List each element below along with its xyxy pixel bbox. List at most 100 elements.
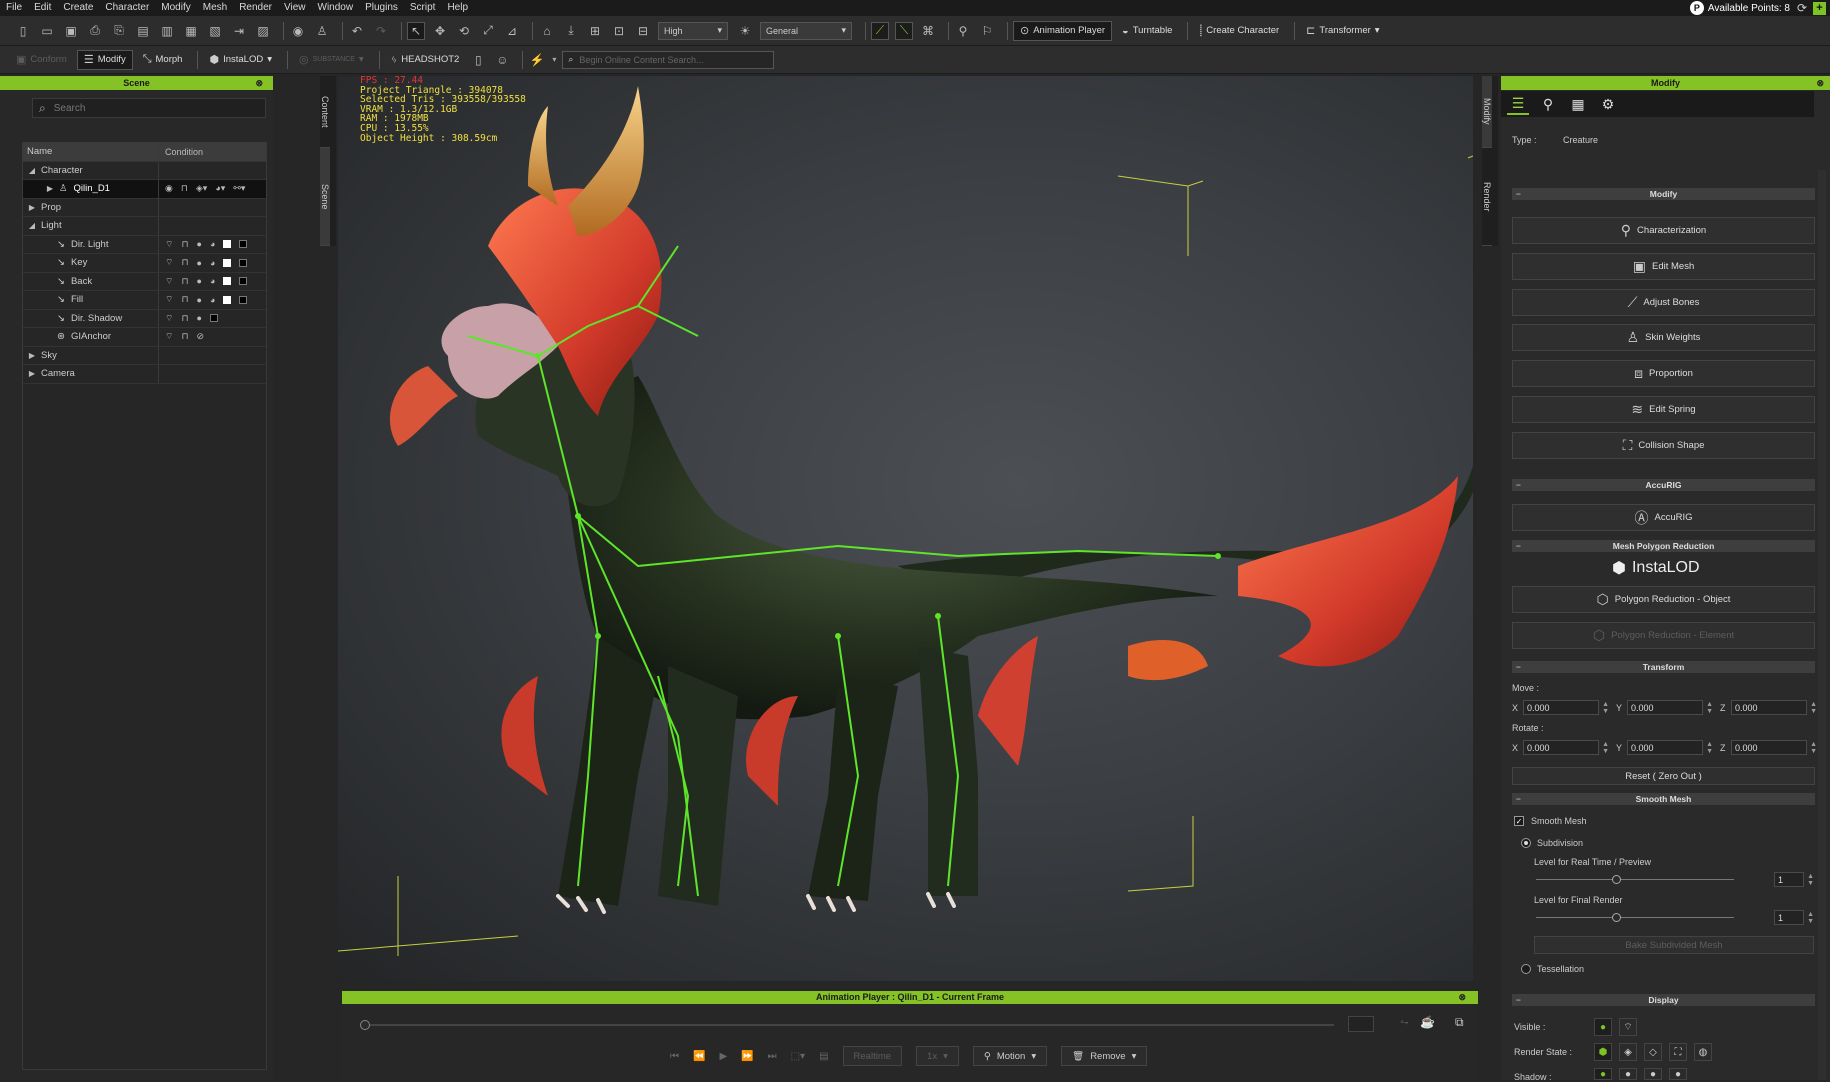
eye-icon[interactable]: ⌔ [165,257,173,268]
person-icon[interactable]: ♙ [313,22,331,40]
rotate-y-field[interactable]: 0.000 ▲ ▼ [1627,740,1713,755]
tab-scene[interactable]: Scene [320,148,330,246]
pivot-icon[interactable]: ⊿ [503,22,521,40]
slider-knob[interactable] [1612,875,1621,884]
dot-icon[interactable]: ● [197,295,202,305]
attribute-tab-icon[interactable]: ☰ [1507,93,1529,115]
tessellation-radio[interactable] [1521,964,1531,974]
render-shaded-icon[interactable]: ⬢ [1594,1043,1612,1061]
speed-dropdown[interactable]: 1x ▾ [916,1046,959,1066]
frame-input[interactable] [1348,1016,1374,1032]
color-swatch[interactable] [239,240,248,249]
edit-spring-button[interactable]: ≋ Edit Spring [1512,396,1815,423]
network-icon[interactable]: ⌘ [919,22,937,40]
subdivision-radio[interactable] [1521,838,1531,848]
shadow-on-icon[interactable]: ● [1594,1068,1612,1080]
expand-icon[interactable]: ▶ [27,203,37,212]
go-end-icon[interactable]: ⏭ [768,1051,777,1062]
shadow-off-icon[interactable]: ● [1669,1068,1687,1080]
visible-hide-icon[interactable]: ⌔ [1619,1018,1637,1036]
select-icon[interactable]: ↖ [407,21,425,40]
render-xray-icon[interactable]: ◍ [1694,1043,1712,1061]
face-icon[interactable]: ☺ [493,51,511,69]
accurig-button[interactable]: Ⓐ AccuRIG [1512,504,1815,531]
sphere-icon[interactable]: ◕ [210,295,215,305]
level-final-slider[interactable] [1536,913,1734,922]
cube-icon[interactable]: ◈▾ [196,183,207,194]
shade-icon[interactable]: ◕▾ [215,183,225,194]
expand-icon[interactable]: ▶ [27,351,37,360]
menu-character[interactable]: Character [99,0,155,16]
move-y-field[interactable]: 0.000 ▲ ▼ [1627,700,1713,715]
eye-icon[interactable]: ⌔ [165,331,173,342]
save-icon[interactable]: ▣ [62,22,80,40]
menu-window[interactable]: Window [312,0,360,16]
section-modify-header[interactable]: − Modify [1512,188,1815,200]
display-mode-dropdown[interactable]: General ▾ [760,21,852,40]
timeline-slider[interactable] [360,1020,1334,1030]
tree-row-light[interactable]: ◢ Light [23,217,266,236]
level-realtime-field[interactable]: 1 ▲ ▼ [1774,872,1814,887]
menu-create[interactable]: Create [57,0,99,16]
tree-row-back[interactable]: ↘ Back ⌔ ⊓ ● ◕ [23,272,266,291]
color-swatch[interactable] [239,277,248,286]
film-icon[interactable]: ▤ [819,1051,828,1062]
spinner-icon[interactable]: ▲ ▼ [1602,741,1609,755]
home-icon[interactable]: ⌂ [538,22,556,40]
dot-icon[interactable]: ● [197,239,202,249]
tree-row-character[interactable]: ◢ Character [23,161,266,180]
sphere-icon[interactable]: ◕ [210,239,215,249]
popout-icon[interactable]: ⧉ [1455,1015,1464,1030]
go-start-icon[interactable]: ⏮ [670,1051,679,1062]
section-reduction-header[interactable]: − Mesh Polygon Reduction [1512,540,1815,552]
skin-weights-button[interactable]: ♙ Skin Weights [1512,324,1815,351]
tree-row-dir-light[interactable]: ↘ Dir. Light ⌔ ⊓ ● ◕ [23,235,266,254]
color-swatch[interactable] [239,258,248,267]
characterization-button[interactable]: ⚲ Characterization [1512,217,1815,244]
reset-zero-out-button[interactable]: Reset ( Zero Out ) [1512,767,1815,785]
spinner-icon[interactable]: ▲ ▼ [1810,741,1817,755]
instalod-button[interactable]: ⬢ InstaLOD ▾ [203,50,278,70]
eye-icon[interactable]: ⌔ [165,313,173,324]
spinner-icon[interactable]: ▲ ▼ [1706,741,1713,755]
frame-icon[interactable]: ⊡ [610,22,628,40]
smooth-mesh-checkbox[interactable]: ✓ [1514,816,1524,826]
lock-icon[interactable]: ⊓ [181,183,188,194]
color-swatch[interactable] [209,314,218,323]
menu-mesh[interactable]: Mesh [197,0,233,16]
refresh-icon[interactable]: ⟳ [1797,1,1807,15]
eye-icon[interactable]: ⌔ [165,276,173,287]
material-tab-icon[interactable]: ▦ [1567,93,1589,115]
menu-help[interactable]: Help [441,0,474,16]
light-icon[interactable]: ☀ [736,22,754,40]
tab-content[interactable]: Content [320,76,330,148]
drop-icon[interactable]: ⤓ [562,22,580,40]
close-icon[interactable]: ⊗ [255,76,263,90]
menu-edit[interactable]: Edit [28,0,57,16]
color-swatch[interactable] [223,277,232,286]
modify-scrollbar[interactable] [1818,170,1826,1080]
lock-icon[interactable]: ⊓ [181,313,188,324]
render-bbox-icon[interactable]: ⛶ [1669,1043,1687,1061]
close-icon[interactable]: ⊗ [1816,76,1824,90]
skeleton-display-icon[interactable]: ⟍ [895,21,913,40]
tree-row-prop[interactable]: ▶ Prop [23,198,266,217]
color-swatch[interactable] [239,295,248,304]
expand-icon[interactable]: ▶ [27,369,37,378]
tree-row-camera[interactable]: ▶ Camera [23,365,266,384]
fit-icon[interactable]: ⊞ [586,22,604,40]
headshot-button[interactable]: ᛃ HEADSHOT2 [385,50,466,70]
play-icon[interactable]: ▶ [719,1051,727,1062]
scale-icon[interactable]: ⤢ [479,22,497,40]
section-smooth-header[interactable]: − Smooth Mesh [1512,793,1815,805]
export-image-icon[interactable]: ▥ [158,22,176,40]
tile-icon[interactable]: ▨ [254,22,272,40]
sphere-icon[interactable]: ◕ [210,258,215,268]
export-icon[interactable]: ⎙ [86,22,104,40]
polygon-reduction-object-button[interactable]: ⬡ Polygon Reduction - Object [1512,586,1815,613]
collapse-icon[interactable]: ◢ [27,166,37,175]
col-name[interactable]: Name [23,143,159,161]
redo-icon[interactable]: ↷ [372,22,390,40]
spinner-icon[interactable]: ▲ ▼ [1807,911,1814,925]
quality-dropdown[interactable]: High ▾ [658,21,728,40]
